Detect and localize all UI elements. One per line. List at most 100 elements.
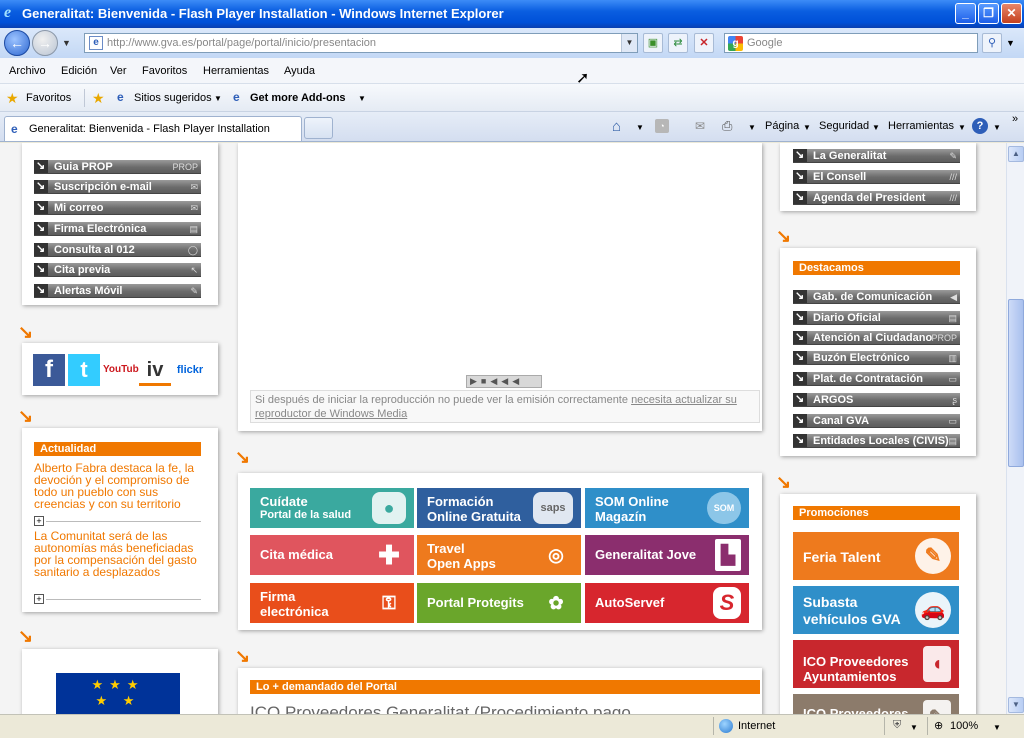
expand-icon[interactable]: + <box>34 516 44 526</box>
favorites-button[interactable]: Favoritos <box>26 92 71 104</box>
protected-dropdown-icon[interactable]: ▼ <box>910 723 918 732</box>
link-suscripcion[interactable]: ↘ Suscripción e-mail ✉ <box>34 180 201 194</box>
status-bar: Internet ⛨ ▼ ⊕ 100% ▼ <box>0 714 1024 738</box>
refresh-icon[interactable]: ⇄ <box>668 33 688 53</box>
promo-feria-talent[interactable]: Feria Talent ✎ <box>793 532 959 580</box>
facebook-icon[interactable]: f <box>33 354 65 386</box>
help-icon[interactable]: ? <box>972 118 988 134</box>
close-button[interactable]: ✕ <box>1001 3 1022 24</box>
url-text[interactable]: http://www.gva.es/portal/page/portal/ini… <box>107 37 376 49</box>
link-argos[interactable]: ↘ ARGOS ʂ <box>793 393 960 407</box>
link-cita-previa[interactable]: ↘ Cita previa ↖ <box>34 263 201 277</box>
menu-ver[interactable]: Ver <box>110 65 127 77</box>
compatibility-view-icon[interactable]: ▣ <box>643 33 663 53</box>
security-menu[interactable]: Seguridad <box>819 120 869 132</box>
tools-dropdown-icon[interactable]: ▼ <box>958 123 966 132</box>
menu-ayuda[interactable]: Ayuda <box>284 65 315 77</box>
tile-portal-protegits[interactable]: Portal Protegits ✿ <box>417 583 581 623</box>
tile-som-online[interactable]: SOM Online Magazín SOM <box>585 488 749 528</box>
promo-ico-proveedores[interactable]: ICO Proveedores✎ <box>793 694 959 714</box>
flickr-icon[interactable]: flickr <box>173 354 207 386</box>
tile-cita-medica[interactable]: Cita médica ✚ <box>250 535 414 575</box>
page-dropdown-icon[interactable]: ▼ <box>803 123 811 132</box>
get-addons-link[interactable]: Get more Add-ons <box>250 92 346 104</box>
tile-formacion[interactable]: Formación Online Gratuita saps <box>417 488 581 528</box>
link-firma-electronica[interactable]: ↘ Firma Electrónica ▤ <box>34 222 201 236</box>
promo-ico-ayuntamientos[interactable]: ICO Proveedores Ayuntamientos ◖ <box>793 640 959 688</box>
menu-herramientas[interactable]: Herramientas <box>203 65 269 77</box>
page-menu[interactable]: Página <box>765 120 799 132</box>
iv-icon[interactable]: iv <box>139 354 171 386</box>
link-gab-comunicacion[interactable]: ↘ Gab. de Comunicación ◀ <box>793 290 960 304</box>
tile-generalitat-jove[interactable]: Generalitat Jove ▙ <box>585 535 749 575</box>
home-icon[interactable]: ⌂ <box>612 118 621 135</box>
zoom-level[interactable]: 100% <box>950 720 978 732</box>
link-consulta-012[interactable]: ↘ Consulta al 012 ◯ <box>34 243 201 257</box>
mail-icon[interactable]: ✉ <box>695 119 705 133</box>
link-diario-oficial[interactable]: ↘ Diario Oficial ▤ <box>793 311 960 325</box>
help-dropdown-icon[interactable]: ▼ <box>993 123 1001 132</box>
orange-arrow-icon: ↘ <box>776 472 792 492</box>
print-dropdown-icon[interactable]: ▼ <box>748 123 756 132</box>
player-notice: Si después de iniciar la reproducción no… <box>250 390 760 423</box>
vertical-scrollbar[interactable]: ▲ ▼ <box>1006 143 1024 714</box>
scroll-down-icon[interactable]: ▼ <box>1008 697 1024 713</box>
expand-icon[interactable]: + <box>34 594 44 604</box>
link-buzon-electronico[interactable]: ↘ Buzón Electrónico ▥ <box>793 351 960 365</box>
stop-icon[interactable]: ✕ <box>694 33 714 53</box>
scroll-thumb[interactable] <box>1008 299 1024 467</box>
protected-mode-icon[interactable]: ⛨ <box>893 719 901 732</box>
link-plat-contratacion[interactable]: ↘ Plat. de Contratación ▭ <box>793 372 960 386</box>
suggested-sites-link[interactable]: Sitios sugeridos <box>134 92 212 104</box>
link-la-generalitat[interactable]: ↘ La Generalitat ✎ <box>793 149 960 163</box>
search-options-icon[interactable]: ▼ <box>1006 38 1015 48</box>
services-panel: ↘ Guia PROP PROP ↘ Suscripción e-mail ✉ ↘ Mi … <box>22 143 218 305</box>
zoom-icon[interactable]: ⊕ <box>934 719 943 732</box>
link-atencion-ciudadano[interactable]: ↘ Atención al Ciudadano PROP <box>793 331 960 345</box>
search-icon[interactable]: ⚲ <box>982 33 1002 53</box>
print-icon[interactable]: ⎙ <box>722 118 732 134</box>
promo-subasta[interactable]: Subasta vehículos GVA 🚗 <box>793 586 959 634</box>
tools-menu[interactable]: Herramientas <box>888 120 954 132</box>
link-alertas-movil[interactable]: ↘ Alertas Móvil ✎ <box>34 284 201 298</box>
link-el-consell[interactable]: ↘ El Consell/// <box>793 170 960 184</box>
security-dropdown-icon[interactable]: ▼ <box>872 123 880 132</box>
demandado-item[interactable]: ICO Proveedores Generalitat (Procedimien… <box>250 703 631 714</box>
feeds-icon[interactable]: ◔ <box>655 119 669 133</box>
address-bar[interactable]: e http://www.gva.es/portal/page/portal/i… <box>84 33 638 53</box>
more-icon[interactable]: » <box>1012 113 1018 125</box>
minimize-button[interactable]: _ <box>955 3 976 24</box>
search-box[interactable]: g Google <box>724 33 978 53</box>
twitter-icon[interactable]: t <box>68 354 100 386</box>
menu-favoritos[interactable]: Favoritos <box>142 65 187 77</box>
link-agenda-president[interactable]: ↘ Agenda del President/// <box>793 191 960 205</box>
tile-firma-electronica[interactable]: Firma electrónica ⚿ <box>250 583 414 623</box>
back-button[interactable]: ← <box>4 30 30 56</box>
forward-button[interactable]: → <box>32 30 58 56</box>
zoom-dropdown-icon[interactable]: ▼ <box>993 723 1001 732</box>
tile-autoservef[interactable]: AutoServef S <box>585 583 749 623</box>
maximize-button[interactable]: ❐ <box>978 3 999 24</box>
tile-cuidate[interactable]: Cuídate Portal de la salud ● <box>250 488 414 528</box>
media-player-controls[interactable]: ▶■◀◀◀ <box>466 375 542 388</box>
news-item[interactable]: La Comunitat será de las autonomías más … <box>34 530 199 578</box>
new-tab-button[interactable] <box>304 117 333 139</box>
address-dropdown-icon[interactable]: ▼ <box>621 34 637 52</box>
link-canal-gva[interactable]: ↘ Canal GVA ▭ <box>793 414 960 428</box>
youtube-icon[interactable]: YouTube <box>103 354 144 386</box>
news-item[interactable]: Alberto Fabra destaca la fe, la devoción… <box>34 462 206 510</box>
link-mi-correo[interactable]: ↘ Mi correo ✉ <box>34 201 201 215</box>
tile-travel[interactable]: Travel Open Apps ◎ <box>417 535 581 575</box>
suggested-dropdown-icon[interactable]: ▼ <box>214 94 222 103</box>
link-entidades-locales[interactable]: ↘ Entidades Locales (CIVIS) ▤ <box>793 434 960 448</box>
eu-flag-logo: ★★★ ★ ★ <box>56 673 180 714</box>
history-dropdown-icon[interactable]: ▼ <box>62 38 71 48</box>
scroll-up-icon[interactable]: ▲ <box>1008 146 1024 162</box>
menu-archivo[interactable]: Archivo <box>9 65 46 77</box>
add-favorite-icon[interactable]: ★ <box>92 90 105 107</box>
menu-edicion[interactable]: Edición <box>61 65 97 77</box>
home-dropdown-icon[interactable]: ▼ <box>636 123 644 132</box>
addons-dropdown-icon[interactable]: ▼ <box>358 94 366 103</box>
tab-active[interactable]: e Generalitat: Bienvenida - Flash Player… <box>4 116 302 141</box>
link-guia-prop[interactable]: ↘ Guia PROP PROP <box>34 160 201 174</box>
